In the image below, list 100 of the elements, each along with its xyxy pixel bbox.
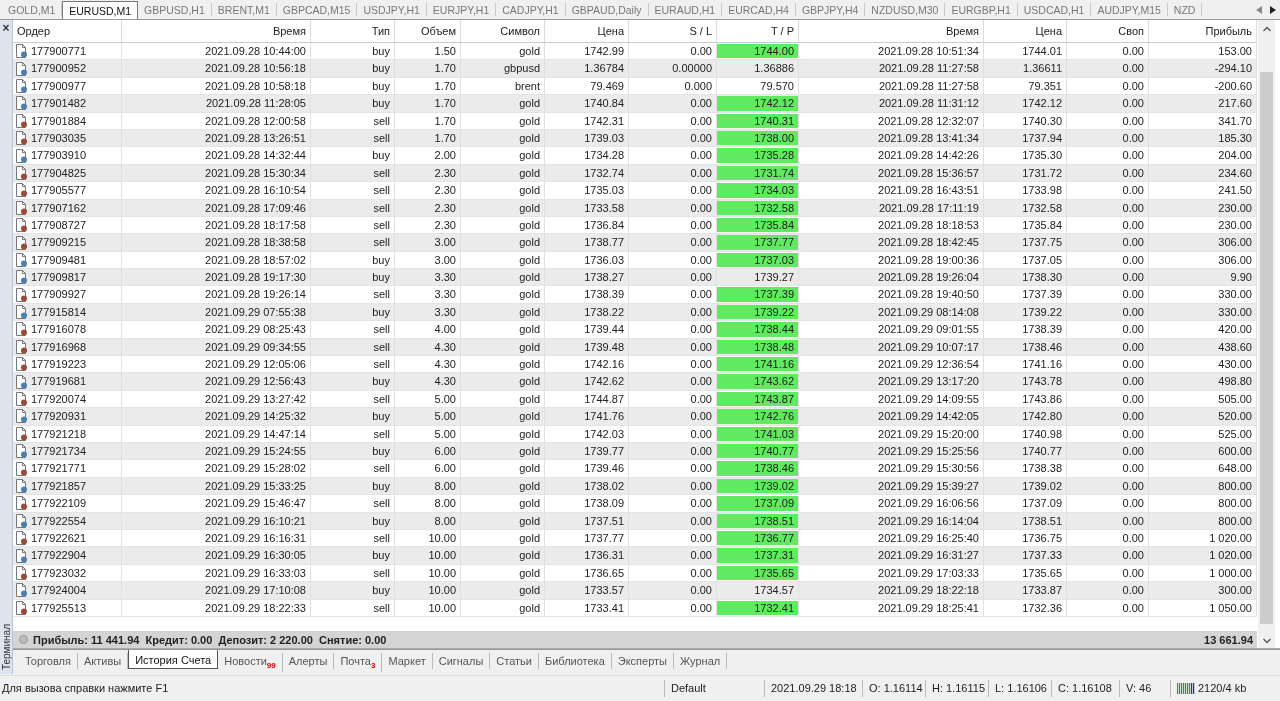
table-cell: 1735.30 — [984, 147, 1067, 164]
terminal-tab[interactable]: Почта$_{3}$ — [334, 653, 383, 673]
table-cell: 2021.09.28 18:38:58 — [122, 234, 311, 251]
table-row[interactable]: 177920931 2021.09.29 14:25:32 buy 5.00 gold 1741.76 0.00 1742.76 2021.09.29 14:42:05 1742.80 0.00 520.00 — [13, 408, 1257, 426]
column-header[interactable]: Время — [122, 20, 311, 42]
table-cell: 2021.09.29 18:22:18 — [799, 582, 984, 599]
close-button[interactable]: × — [2, 22, 10, 34]
table-cell: 79.469 — [545, 77, 629, 95]
scrollbar-thumb[interactable] — [1260, 72, 1273, 624]
chart-tab[interactable]: BRENT,M1 — [211, 3, 277, 16]
table-row[interactable]: 177922904 2021.09.29 16:30:05 buy 10.00 gold 1736.31 0.00 1737.31 2021.09.29 16:31:27 1737.33 0.00 1 020.00 — [13, 547, 1257, 565]
chart-tab[interactable]: EURGBP,H1 — [945, 3, 1018, 16]
chart-tab[interactable]: CADJPY,H1 — [496, 3, 566, 16]
order-icon — [15, 61, 28, 76]
column-header[interactable]: Цена — [545, 20, 629, 42]
chart-tab[interactable]: GBPAUD,Daily — [565, 3, 649, 16]
table-cell: 2021.09.29 12:05:06 — [122, 356, 311, 373]
terminal-tab[interactable]: Журнал — [674, 653, 728, 669]
table-cell: 1742.16 — [545, 356, 629, 373]
table-cell: 498.80 — [1149, 373, 1257, 390]
column-header[interactable]: Тип — [311, 20, 395, 42]
chart-tab[interactable]: NZD — [1167, 3, 1203, 16]
table-cell: 306.00 — [1149, 234, 1257, 251]
terminal-tab[interactable]: История Счета — [128, 650, 219, 669]
table-cell: sell — [311, 199, 395, 216]
scroll-down-icon[interactable] — [1262, 638, 1271, 644]
column-header[interactable]: Объем — [395, 20, 461, 42]
terminal-tab[interactable]: Статьи — [490, 653, 539, 669]
table-row[interactable]: 177900952 2021.09.28 10:56:18 buy 1.70 gbpusd 1.36784 0.00000 1.36886 2021.09.28 11:27:58 1.36611 0.00 -294.10 — [13, 60, 1257, 78]
terminal-tab[interactable]: Эксперты — [611, 653, 675, 669]
table-cell: 185.30 — [1149, 129, 1257, 147]
table-cell: 2021.09.29 18:25:41 — [799, 599, 984, 616]
column-header[interactable]: Время — [799, 20, 984, 42]
table-row[interactable]: 177909215 2021.09.28 18:38:58 sell 3.00 gold 1738.77 0.00 1737.77 2021.09.28 18:42:45 1737.75 0.00 306.00 — [13, 234, 1257, 252]
table-cell: gold — [461, 512, 545, 529]
chart-tab[interactable]: EURJPY,H1 — [426, 3, 497, 16]
table-cell: 6.00 — [395, 443, 461, 460]
table-row[interactable]: 177909817 2021.09.28 19:17:30 buy 3.30 gold 1738.27 0.00 1739.27 2021.09.28 19:26:04 1738.30 0.00 9.90 — [13, 269, 1257, 287]
table-cell: buy — [311, 373, 395, 390]
status-text: L: 1.16106 — [988, 680, 1051, 697]
chart-tab[interactable]: GBPJPY,H4 — [795, 3, 866, 16]
table-cell: gold — [461, 95, 545, 112]
terminal-tab[interactable]: Сигналы — [432, 653, 491, 669]
column-header[interactable]: Ордер — [13, 20, 122, 42]
table-cell: gold — [461, 43, 545, 60]
table-row[interactable]: 177919681 2021.09.29 12:56:43 buy 4.30 gold 1742.62 0.00 1743.62 2021.09.29 13:17:20 1743.78 0.00 498.80 — [13, 373, 1257, 391]
chart-tab[interactable]: EURUSD,M1 — [62, 1, 139, 19]
table-cell: 2021.09.29 15:33:25 — [122, 477, 311, 495]
table-cell: 330.00 — [1149, 303, 1257, 321]
column-header[interactable]: T / P — [717, 20, 799, 42]
table-cell: gold — [461, 390, 545, 408]
order-icon — [15, 131, 28, 146]
scrollbar[interactable] — [1258, 20, 1275, 648]
chart-tab[interactable]: EURCAD,H4 — [722, 3, 796, 16]
order-icon — [15, 461, 28, 476]
table-cell: 3.00 — [395, 234, 461, 251]
terminal-tab[interactable]: Алерты — [282, 653, 335, 669]
table-cell: gold — [461, 286, 545, 303]
column-header[interactable]: Цена — [984, 20, 1067, 42]
table-cell: gold — [461, 373, 545, 390]
column-header[interactable]: Своп — [1067, 20, 1149, 42]
table-cell: 10.00 — [395, 529, 461, 547]
table-cell: 1738.02 — [545, 477, 629, 495]
column-header[interactable]: Символ — [461, 20, 545, 42]
table-cell: 2021.09.28 13:26:51 — [122, 129, 311, 147]
chart-tab[interactable]: NZDUSD,M30 — [865, 3, 946, 16]
table-cell: 1738.38 — [984, 460, 1067, 477]
table-cell: sell — [311, 321, 395, 338]
table-cell: 1737.51 — [545, 512, 629, 529]
table-cell: 1737.77 — [545, 529, 629, 547]
chart-tab[interactable]: GBPUSD,H1 — [138, 3, 212, 16]
terminal-tab[interactable]: Торговля — [19, 653, 78, 669]
table-cell: buy — [311, 60, 395, 77]
chart-tab[interactable]: AUDJPY,M15 — [1091, 3, 1168, 16]
table-row[interactable]: 177924004 2021.09.29 17:10:08 buy 10.00 gold 1733.57 0.00 1734.57 2021.09.29 18:22:18 1733.87 0.00 300.00 — [13, 582, 1257, 600]
order-icon — [15, 252, 28, 267]
chart-tab[interactable]: USDCAD,H1 — [1017, 3, 1092, 16]
terminal-tab[interactable]: Новости$_{99}$ — [218, 653, 283, 673]
column-header[interactable]: S / L — [629, 20, 717, 42]
table-cell: 2021.09.29 07:55:38 — [122, 303, 311, 321]
table-cell: 5.00 — [395, 390, 461, 408]
terminal-tab[interactable]: Библиотека — [538, 653, 612, 669]
terminal-tab[interactable]: Маркет — [382, 653, 433, 669]
table-cell: 0.00000 — [629, 60, 717, 77]
table-cell: gold — [461, 564, 545, 582]
scroll-left-icon[interactable] — [1256, 5, 1262, 14]
chart-tab[interactable]: EURAUD,H1 — [648, 3, 723, 16]
table-cell: sell — [311, 112, 395, 129]
status-text: Для вызова справки нажмите F1 — [1, 681, 170, 696]
scroll-right-icon[interactable] — [1270, 5, 1276, 14]
column-header[interactable]: Прибыль — [1149, 20, 1257, 42]
order-icon — [15, 148, 28, 163]
table-row[interactable]: 177901482 2021.09.28 11:28:05 buy 1.70 gold 1740.84 0.00 1742.12 2021.09.28 11:31:12 1742.12 0.00 217.60 — [13, 95, 1257, 113]
table-cell: -200.60 — [1149, 77, 1257, 95]
chart-tab[interactable]: USDJPY,H1 — [357, 3, 427, 16]
chart-tab[interactable]: GBPCAD,M15 — [276, 3, 358, 16]
scroll-up-icon[interactable] — [1262, 26, 1271, 32]
table-cell: -294.10 — [1149, 60, 1257, 77]
table-cell: gold — [461, 199, 545, 216]
table-cell: 1738.30 — [984, 269, 1067, 286]
